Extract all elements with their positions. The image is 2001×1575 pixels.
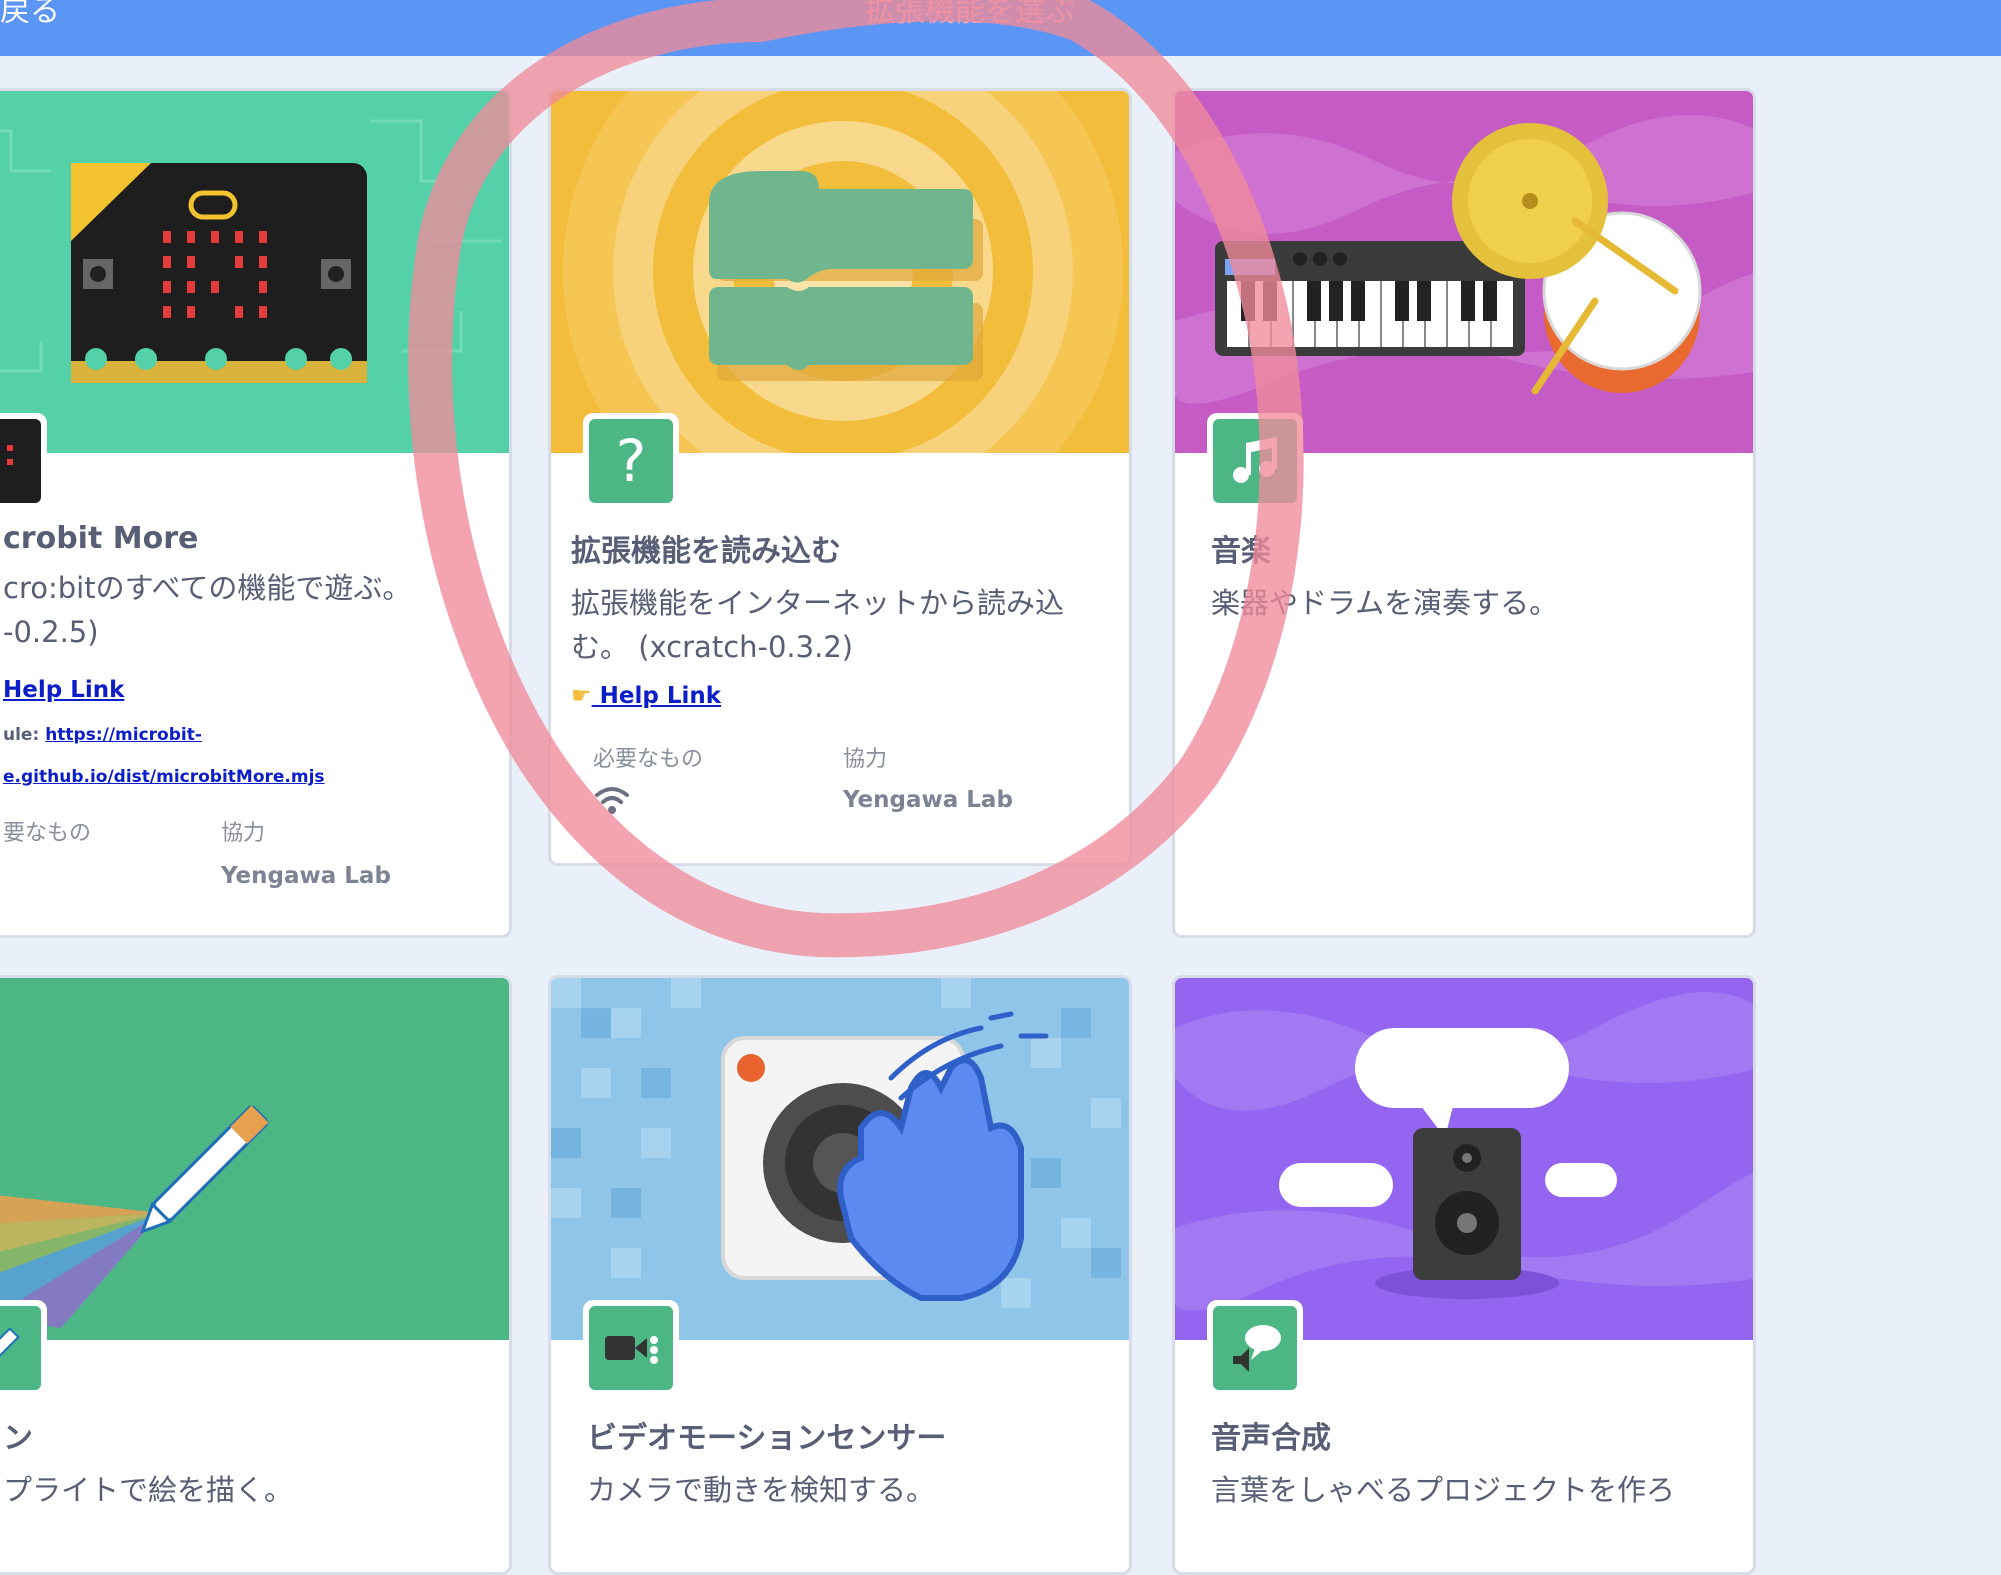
question-mark-icon: ? bbox=[615, 427, 647, 495]
module-url-line[interactable]: e.github.io/dist/microbitMore.mjs bbox=[3, 767, 325, 787]
card-title: 音楽 bbox=[1211, 534, 1271, 569]
card-description: 楽器やドラムを演奏する。 bbox=[1211, 586, 1559, 620]
page-title: 拡張機能を選ぶ bbox=[865, 0, 1075, 29]
collaborator-name: Yengawa Lab bbox=[221, 863, 391, 889]
extension-card-pen[interactable]: ン プライトで絵を描く。 bbox=[0, 975, 512, 1575]
module-url-line: https://microbit- bbox=[45, 725, 202, 745]
collaborator-label: 協力 bbox=[843, 747, 888, 772]
extension-card-load-extension[interactable]: ? 拡張機能を読み込む 拡張機能をインターネットから読み込 む。 (xcratc… bbox=[548, 88, 1132, 866]
extension-card-video-sensing[interactable]: ビデオモーションセンサー カメラで動きを検知する。 bbox=[548, 975, 1132, 1575]
card-title: 拡張機能を読み込む bbox=[571, 534, 841, 569]
requires-label: 必要なもの bbox=[593, 747, 704, 772]
module-url[interactable]: ule: https://microbit- bbox=[3, 725, 202, 745]
card-title: crobit More bbox=[3, 521, 199, 556]
pointing-hand-icon: ☛ bbox=[571, 683, 592, 709]
header-bar: 戻る 拡張機能を選ぶ bbox=[0, 0, 2001, 56]
description-line: 拡張機能をインターネットから読み込 bbox=[571, 586, 1065, 620]
text-to-speech-illustration bbox=[1175, 978, 1753, 1340]
microbit-illustration bbox=[0, 91, 509, 453]
pen-icon bbox=[0, 1300, 47, 1396]
pen-illustration bbox=[0, 978, 509, 1340]
description-line: む。 (xcratch-0.3.2) bbox=[571, 630, 854, 664]
card-description: カメラで動きを検知する。 bbox=[587, 1473, 936, 1507]
extension-card-microbit-more[interactable]: crobit More cro:bitのすべての機能で遊ぶ。 -0.2.5) H… bbox=[0, 88, 512, 938]
description-line: -0.2.5) bbox=[3, 615, 99, 649]
speech-bubble-icon bbox=[1207, 1300, 1303, 1396]
card-description: 拡張機能をインターネットから読み込 む。 (xcratch-0.3.2) bbox=[571, 581, 1111, 669]
extension-card-text-to-speech[interactable]: 音声合成 言葉をしゃべるプロジェクトを作ろ bbox=[1172, 975, 1756, 1575]
music-note-icon bbox=[1207, 413, 1303, 509]
music-illustration bbox=[1175, 91, 1753, 453]
description-line: cro:bitのすべての機能で遊ぶ。 bbox=[3, 571, 412, 605]
video-camera-icon bbox=[583, 1300, 679, 1396]
card-title: ン bbox=[3, 1421, 33, 1456]
card-title: 音声合成 bbox=[1211, 1421, 1331, 1456]
help-link[interactable]: ☛ Help Link bbox=[571, 683, 721, 709]
card-title: ビデオモーションセンサー bbox=[587, 1421, 947, 1456]
extension-card-music[interactable]: 音楽 楽器やドラムを演奏する。 bbox=[1172, 88, 1756, 938]
load-extension-icon: ? bbox=[583, 413, 679, 509]
card-description: 言葉をしゃべるプロジェクトを作ろ bbox=[1211, 1473, 1676, 1507]
help-link[interactable]: Help Link bbox=[3, 677, 124, 703]
collaborator-name: Yengawa Lab bbox=[843, 787, 1013, 813]
microbit-icon bbox=[0, 413, 47, 509]
wifi-icon bbox=[593, 783, 631, 821]
requires-label: 要なもの bbox=[3, 821, 92, 846]
card-description: プライトで絵を描く。 bbox=[3, 1473, 294, 1507]
video-sensing-illustration bbox=[551, 978, 1129, 1340]
card-description: cro:bitのすべての機能で遊ぶ。 -0.2.5) bbox=[3, 566, 509, 654]
module-label: ule: bbox=[3, 725, 40, 745]
collaborator-label: 協力 bbox=[221, 821, 266, 846]
load-extension-illustration bbox=[551, 91, 1129, 453]
